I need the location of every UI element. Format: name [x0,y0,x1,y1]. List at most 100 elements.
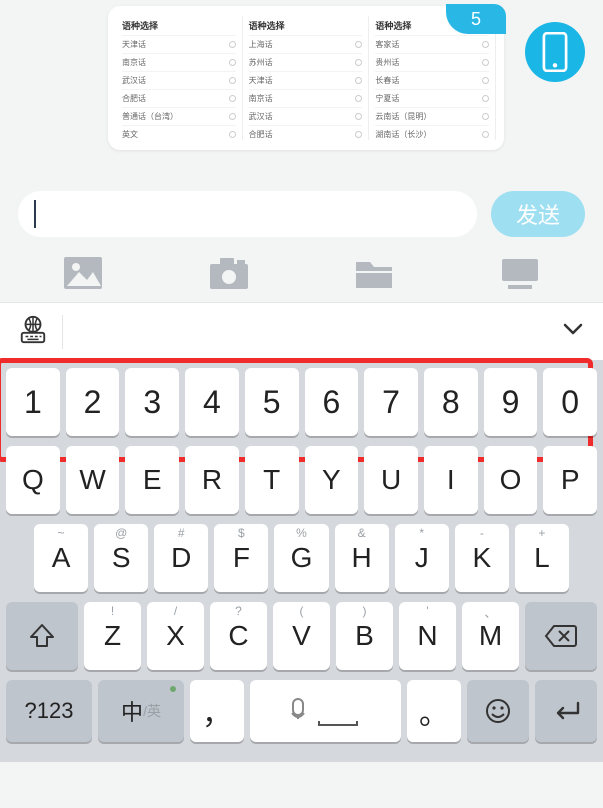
key-label: H [351,542,371,574]
key-d[interactable]: #D [154,524,208,592]
gallery-icon[interactable] [63,255,103,291]
key-c[interactable]: ?C [210,602,267,670]
key-t[interactable]: T [245,446,299,514]
key-label: F [233,542,250,574]
key-label: J [415,542,429,574]
key-w[interactable]: W [66,446,120,514]
key-s[interactable]: @S [94,524,148,592]
key-i[interactable]: I [424,446,478,514]
shift-key[interactable] [6,602,78,670]
key-label: D [171,542,191,574]
key-p[interactable]: P [543,446,597,514]
key-superscript: ? [210,604,267,618]
bubble-col-title: 语种选择 [122,16,236,35]
key-label: 0 [561,384,579,421]
key-o[interactable]: O [484,446,538,514]
key-q[interactable]: Q [6,446,60,514]
input-row: 发送 [0,184,603,244]
list-item: 普通话（台湾） [122,107,236,125]
key-label: W [79,464,105,496]
key-label: 6 [322,384,340,421]
key-f[interactable]: $F [214,524,268,592]
key-label: X [166,620,185,652]
lang-indicator-icon [170,686,176,692]
key-superscript: + [515,526,569,540]
key-0[interactable]: 0 [543,368,597,436]
list-item: 英文 [122,125,236,140]
key-label: B [355,620,374,652]
key-g[interactable]: %G [274,524,328,592]
list-item: 贵州话 [375,53,489,71]
key-e[interactable]: E [125,446,179,514]
key-6[interactable]: 6 [305,368,359,436]
folder-icon[interactable] [354,255,394,291]
key-label: Q [22,464,44,496]
key-label: R [202,464,222,496]
comma-key[interactable]: ， [190,680,244,742]
camera-icon[interactable] [209,255,249,291]
key-superscript: / [147,604,204,618]
key-7[interactable]: 7 [364,368,418,436]
key-j[interactable]: *J [395,524,449,592]
bubble-col-1: 语种选择 天津话 南京话 武汉话 合肥话 普通话（台湾） 英文 [116,16,243,140]
avatar[interactable] [525,22,585,82]
key-n[interactable]: 'N [399,602,456,670]
key-superscript: - [455,526,509,540]
key-3[interactable]: 3 [125,368,179,436]
key-2[interactable]: 2 [66,368,120,436]
key-label: E [143,464,162,496]
keyboard: 1234567890 QWERTYUIOP ~A@S#D$F%G&H*J-K+L… [0,302,603,762]
send-button[interactable]: 发送 [491,191,585,237]
symbols-key[interactable]: ?123 [6,680,92,742]
message-bubble[interactable]: 语种选择 天津话 南京话 武汉话 合肥话 普通话（台湾） 英文 语种选择 上海话… [108,6,504,150]
list-item: 长春话 [375,71,489,89]
key-k[interactable]: -K [455,524,509,592]
key-b[interactable]: )B [336,602,393,670]
keyboard-row-numbers: 12345 67890 [6,368,597,436]
list-item: 客家话 [375,35,489,53]
list-item: 武汉话 [249,107,363,125]
key-y[interactable]: Y [305,446,359,514]
key-label: 3 [143,384,161,421]
key-8[interactable]: 8 [424,368,478,436]
period-key[interactable]: 。 [407,680,461,742]
chat-area: 语种选择 天津话 南京话 武汉话 合肥话 普通话（台湾） 英文 语种选择 上海话… [0,0,603,180]
key-l[interactable]: +L [515,524,569,592]
key-z[interactable]: !Z [84,602,141,670]
key-a[interactable]: ~A [34,524,88,592]
enter-icon [550,699,582,723]
enter-key[interactable] [535,680,597,742]
desktop-icon[interactable] [500,255,540,291]
globe-keyboard-icon[interactable] [18,314,48,349]
collapse-keyboard-icon[interactable] [561,317,585,346]
key-superscript: & [335,526,389,540]
key-4[interactable]: 4 [185,368,239,436]
key-1[interactable]: 1 [6,368,60,436]
bubble-col-3: 语种选择 客家话 贵州话 长春话 宁夏话 云南话（昆明） 湖南话（长沙） [369,16,496,140]
language-key[interactable]: 中/英 [98,680,184,742]
key-label: S [112,542,131,574]
key-9[interactable]: 9 [484,368,538,436]
key-v[interactable]: (V [273,602,330,670]
key-label: 5 [263,384,281,421]
message-input[interactable] [18,191,477,237]
key-superscript: ( [273,604,330,618]
key-x[interactable]: /X [147,602,204,670]
key-5[interactable]: 5 [245,368,299,436]
key-m[interactable]: 、M [462,602,519,670]
list-item: 天津话 [249,71,363,89]
emoji-key[interactable] [467,680,529,742]
unread-badge: 5 [446,4,506,34]
key-label: V [292,620,311,652]
keyboard-body: 1234567890 QWERTYUIOP ~A@S#D$F%G&H*J-K+L… [0,360,603,762]
key-label: M [479,620,502,652]
space-key[interactable] [250,680,401,742]
key-r[interactable]: R [185,446,239,514]
key-label: O [500,464,522,496]
key-label: N [417,620,437,652]
backspace-key[interactable] [525,602,597,670]
list-item: 合肥话 [122,89,236,107]
key-u[interactable]: U [364,446,418,514]
shift-icon [28,622,56,650]
key-h[interactable]: &H [335,524,389,592]
